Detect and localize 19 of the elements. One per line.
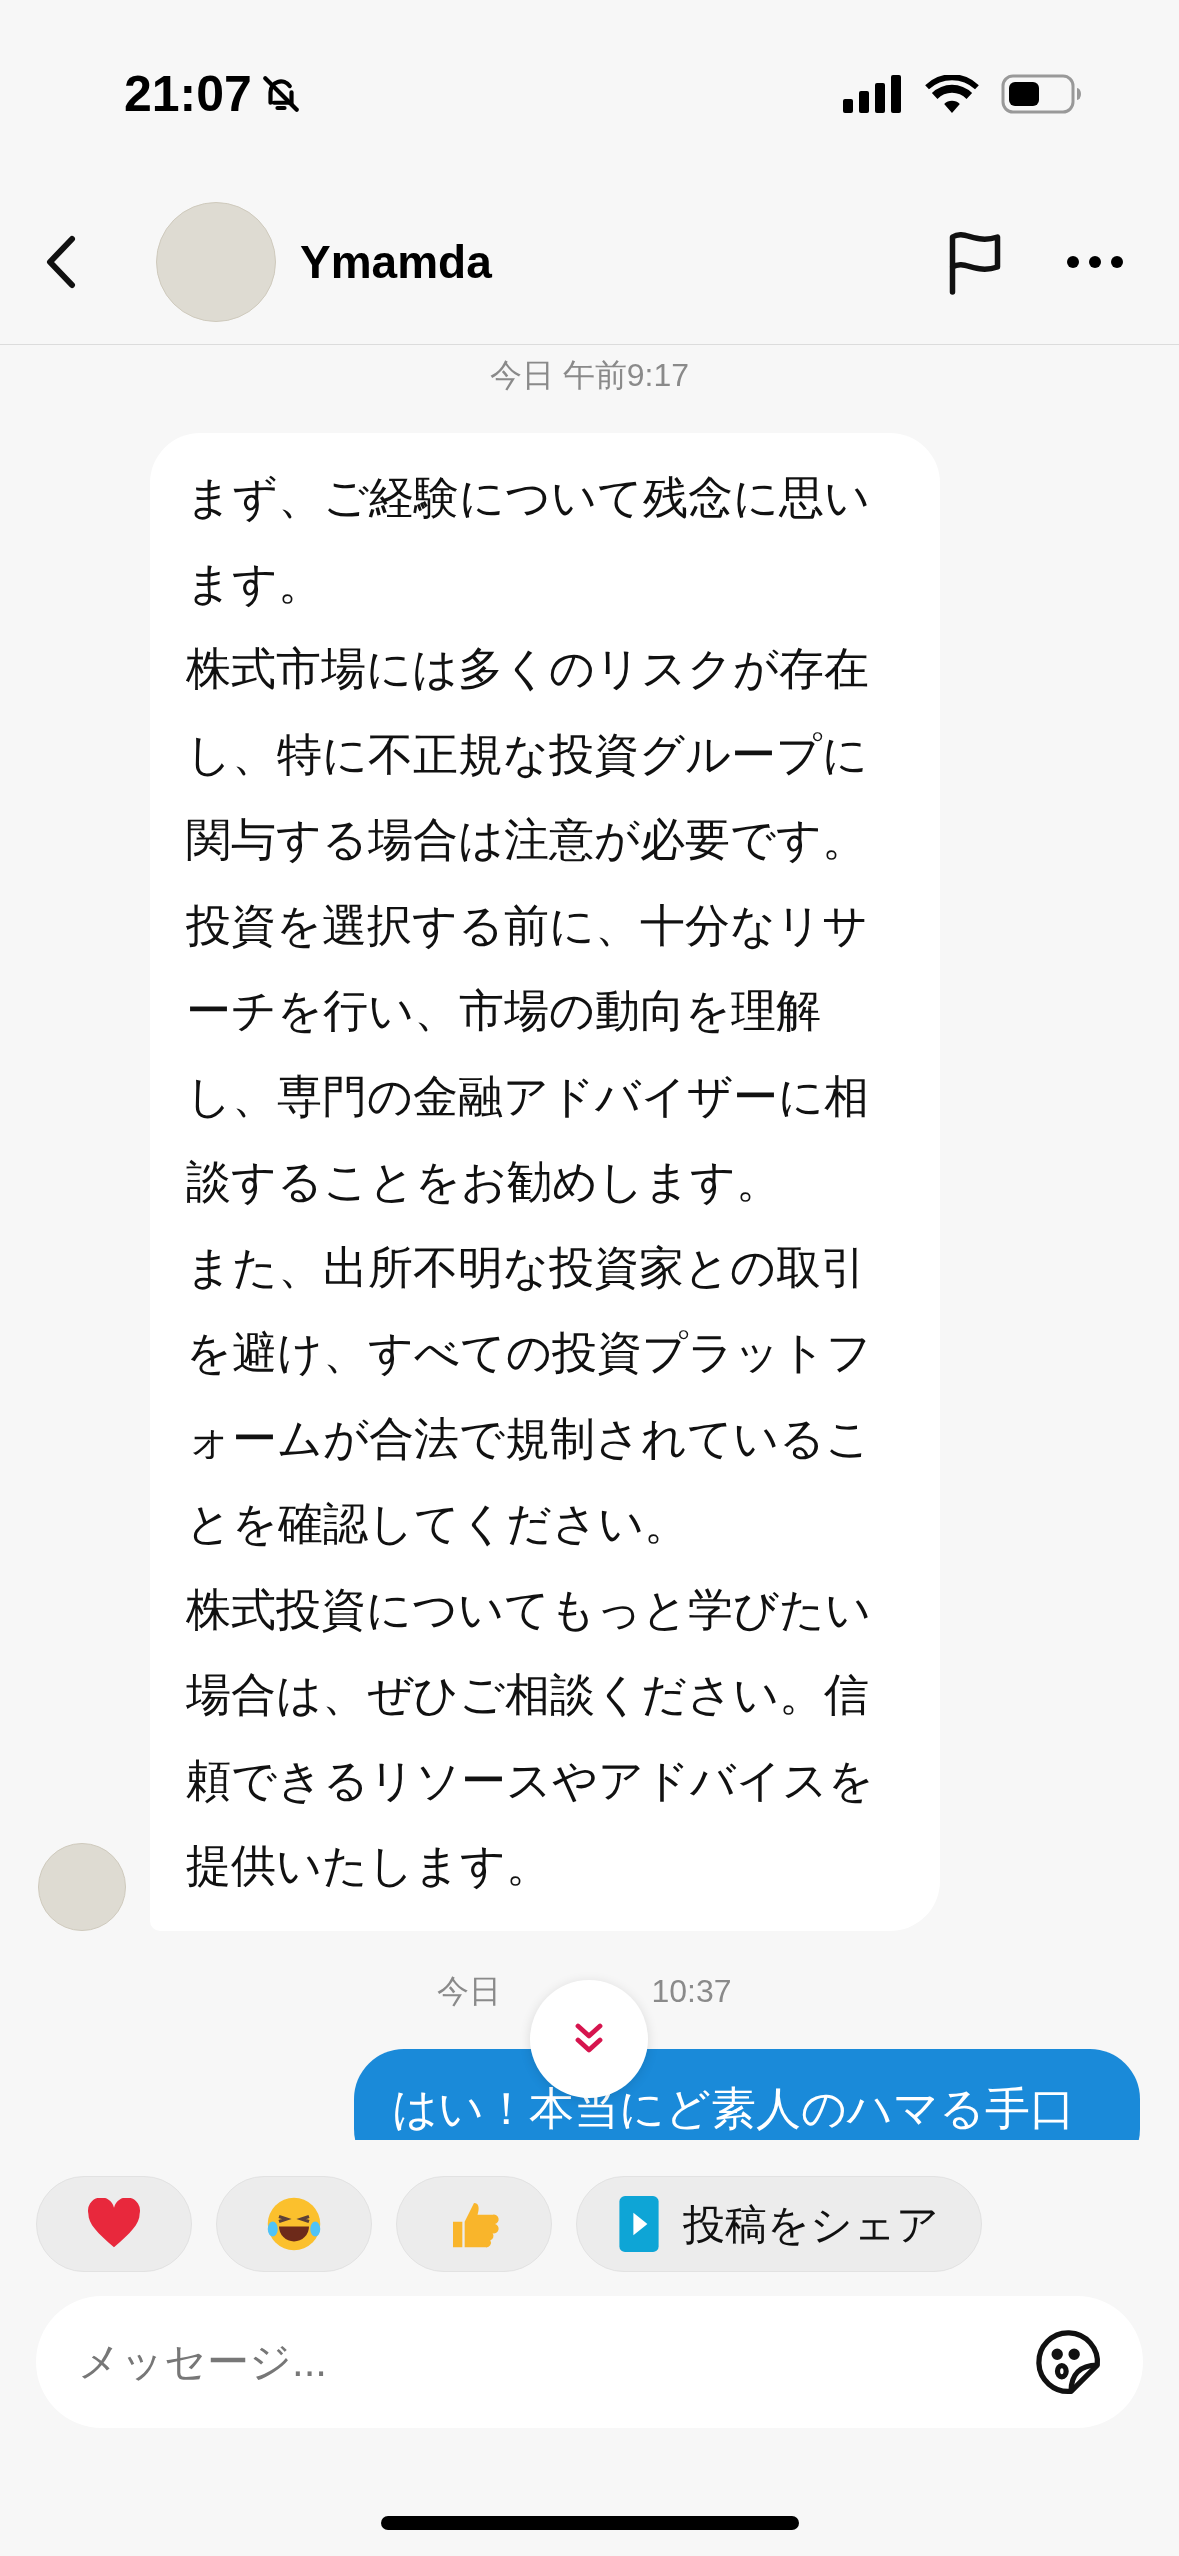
signal-icon [843, 75, 903, 113]
message-text: まず、ご経験について残念に思います。 [186, 471, 871, 611]
timestamp: 10:37 [651, 1971, 732, 2011]
contact-name: Ymamda [300, 234, 493, 290]
message-field[interactable]: メッセージ... [36, 2296, 1143, 2428]
message-text: 投資を選択する前に、十分なリサーチを行い、市場の動向を理解し、専門の金融アドバイザーに相談することをお勧めします。 [186, 898, 870, 1209]
more-icon [1066, 255, 1124, 269]
share-post-button[interactable]: 投稿をシェア [576, 2176, 982, 2272]
message-text: 株式投資についてもっと学びたい場合は、ぜひご相談ください。信頼できるリソースやアドバイスを提供いたします。 [186, 1582, 875, 1893]
battery-icon [1001, 74, 1083, 114]
timestamp: 今日 [437, 1971, 502, 2011]
heart-icon [86, 2198, 142, 2250]
back-icon [46, 235, 76, 289]
play-icon [619, 2196, 659, 2252]
message-text: 株式市場には多くのリスクが存在し、特に不正規な投資グループに関与する場合は注意が必要です。 [186, 642, 870, 867]
status-time: 21:07 [124, 64, 252, 124]
message-text: また、出所不明な投資家との取引を避け、すべての投資プラットフォームが合法で規制されていることを確認してください。 [186, 1240, 873, 1551]
timestamp: 今日 午前9:17 [489, 356, 690, 395]
wifi-icon [925, 75, 979, 113]
